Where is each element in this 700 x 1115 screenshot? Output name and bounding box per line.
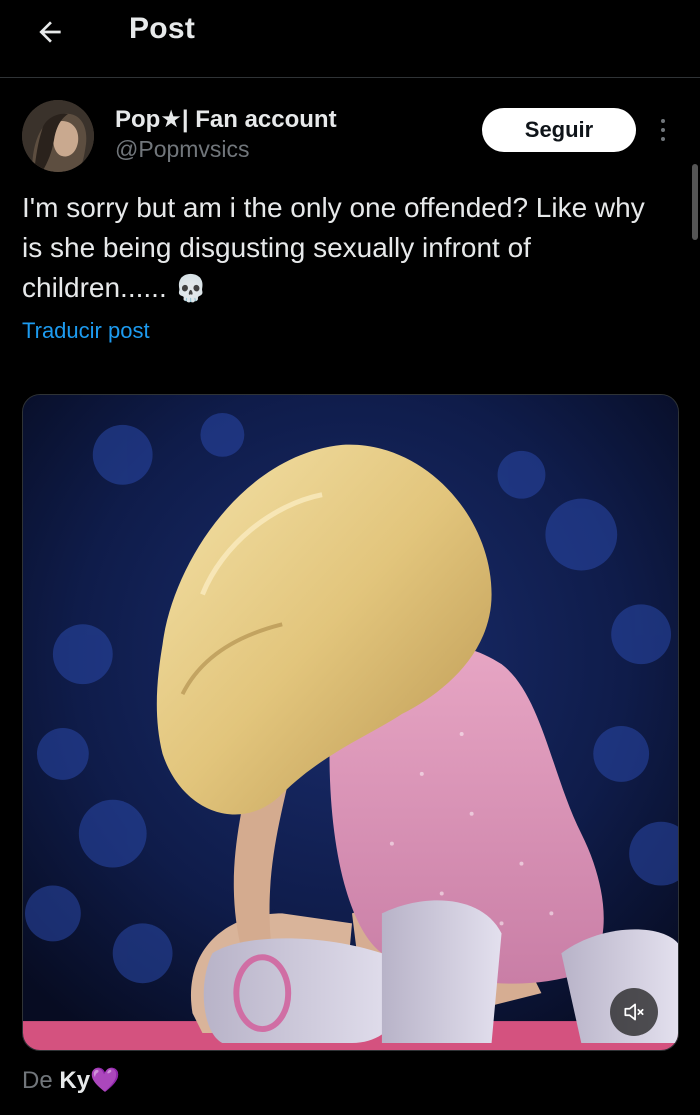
more-dot [661, 128, 665, 132]
top-bar: Post [0, 0, 700, 78]
avatar[interactable] [22, 100, 94, 172]
skull-emoji: 💀 [174, 273, 207, 303]
arrow-left-icon [39, 21, 61, 43]
mute-button[interactable] [610, 988, 658, 1036]
page-title: Post [129, 12, 196, 45]
more-vertical-icon [661, 119, 665, 123]
media-credit: De Ky💜 [22, 1066, 120, 1095]
post-page: Post Pop★| Fan account @Popmvsics Seguir… [0, 0, 700, 1115]
volume-muted-icon [624, 1003, 644, 1021]
post-text: I'm sorry but am i the only one offended… [22, 188, 672, 308]
purple-heart-emoji: 💜 [90, 1067, 120, 1094]
post-media[interactable] [22, 394, 679, 1051]
follow-button[interactable]: Seguir [482, 108, 636, 152]
concert-photo [23, 395, 678, 1050]
avatar-image [22, 100, 94, 172]
more-dot [661, 137, 665, 141]
post-body: I'm sorry but am i the only one offended… [22, 192, 653, 303]
author-handle[interactable]: @Popmvsics [115, 136, 250, 163]
more-options-button[interactable] [650, 112, 676, 148]
scrollbar[interactable] [692, 164, 698, 240]
back-button[interactable] [30, 12, 70, 52]
translate-post-link[interactable]: Traducir post [22, 318, 150, 344]
credit-prefix: De [22, 1067, 53, 1094]
credit-name[interactable]: Ky [59, 1067, 90, 1094]
author-display-name[interactable]: Pop★| Fan account [115, 105, 337, 134]
